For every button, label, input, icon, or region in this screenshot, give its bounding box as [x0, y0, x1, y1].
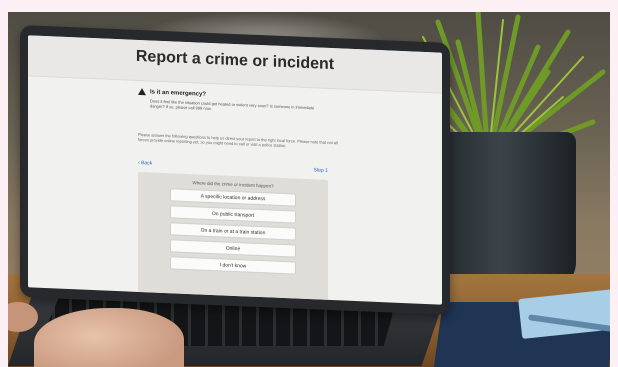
intro-text: Please answer the following questions to…	[138, 131, 338, 149]
laptop-lid: Report a crime or incident Is it an emer…	[20, 24, 450, 316]
option-dont-know[interactable]: I don't know	[170, 256, 296, 275]
right-hand	[34, 308, 184, 367]
page-header: Report a crime or incident	[28, 35, 442, 94]
page-title: Report a crime or incident	[135, 47, 335, 74]
question-text: Where did the crime or incident happen?	[192, 180, 274, 189]
step-indicator: Step 1	[313, 167, 328, 174]
option-online[interactable]: Online	[170, 239, 296, 258]
warning-icon	[138, 87, 146, 96]
photo-scene: Report a crime or incident Is it an emer…	[8, 12, 610, 367]
emergency-notice: Is it an emergency? Does it feel like th…	[138, 87, 318, 116]
back-link[interactable]: ‹ Back	[138, 160, 152, 167]
question-panel: Where did the crime or incident happen? …	[138, 171, 328, 300]
option-public-transport[interactable]: On public transport	[170, 205, 296, 224]
option-train-station[interactable]: On a train or at a train station	[170, 222, 296, 241]
laptop-screen: Report a crime or incident Is it an emer…	[28, 35, 442, 305]
back-label: Back	[141, 160, 153, 167]
option-specific-location[interactable]: A specific location or address	[170, 188, 296, 207]
emergency-heading: Is it an emergency?	[150, 88, 207, 98]
